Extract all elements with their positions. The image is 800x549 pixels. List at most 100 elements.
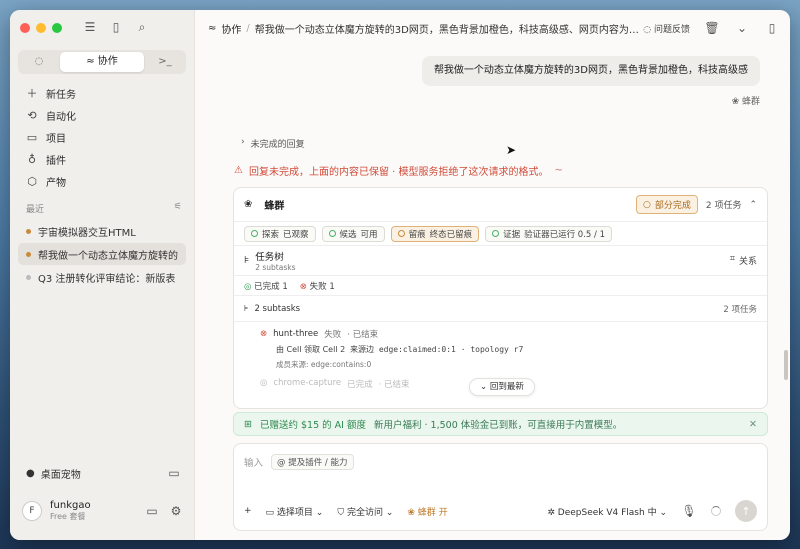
phase-pill: 留痕 终态已留痕: [390, 225, 480, 242]
minimize-window-button[interactable]: [36, 23, 46, 33]
swarm-card: ❀ 蜂群 ○ 部分完成 2 项任务 ⌃ 探索 已观察 候选 可用 留痕 终态已留痕 证据…: [233, 187, 768, 409]
model-icon: ✲: [547, 507, 558, 518]
subtasks-row[interactable]: ⊧ 2 subtasks 2 项任务: [234, 296, 767, 322]
breadcrumb: ≈ 协作 / 帮我做一个动态立体魔方旋转的3D网页，黑色背景加橙色，科技高级感、…: [208, 21, 648, 36]
plus-icon: ＋: [26, 87, 38, 100]
user-profile[interactable]: F funkgao Free 套餐 ▭ ⚙: [22, 500, 184, 522]
phase-pill: 证据 验证器已运行 0.5 / 1: [485, 225, 613, 242]
app-window: ☰ ▯ ⌕ ◌ ≈ 协作 >_ ＋新任务 ⟲ 自动化 ▭ 项目 ♁ 插件 ⬡ 产物 最近…: [10, 10, 790, 540]
mic-icon[interactable]: 🎙: [681, 503, 697, 519]
sidebar-item-new-task[interactable]: ＋新任务: [18, 82, 186, 104]
check-circle-icon: ◎: [244, 281, 255, 292]
model-select[interactable]: ✲ DeepSeek V4 Flash 中 ⌄: [547, 505, 667, 518]
tree-icon: ⊧: [244, 303, 249, 314]
terminal-icon: >_: [158, 56, 172, 67]
check-circle-icon: ◎: [260, 378, 268, 388]
swarm-icon: ❀: [731, 97, 742, 107]
status-circle-icon: ○: [642, 199, 651, 210]
avatar: F: [22, 501, 42, 521]
warning-circle-icon: [397, 230, 405, 237]
maximize-window-button[interactable]: [52, 23, 62, 33]
chevron-down-icon: ⌄: [480, 382, 490, 392]
folder-icon: ▭: [26, 130, 38, 144]
top-actions: ◌ 问题反馈 🗑 ⌄ ▯: [643, 20, 780, 36]
folder-icon: ▭: [265, 507, 277, 518]
close-icon[interactable]: ✕: [749, 419, 757, 430]
relation-button[interactable]: ⌗ 关系: [730, 254, 757, 267]
warning-message: ⚠ 回复未完成，上面的内容已保留 · 模型服务拒绝了这次请求的格式。 ~: [234, 165, 563, 178]
tree-icon: ⊧: [244, 255, 250, 266]
swarm-card-header[interactable]: ❀ 蜂群 ○ 部分完成 2 项任务 ⌃: [234, 188, 767, 222]
chevron-down-icon[interactable]: ⌄: [734, 20, 750, 36]
feedback-button[interactable]: ◌ 问题反馈: [643, 22, 690, 35]
swarm-icon: ❀: [244, 199, 253, 210]
composer: 输入 @ 提及插件 / 能力 + ▭ 选择项目 ⌄ ⛉ 完全访问 ⌄ ❀ 蜂群 …: [233, 443, 768, 531]
recent-item[interactable]: 帮我做一个动态立体魔方旋转的: [18, 243, 186, 265]
mouse-cursor-icon: ➤: [506, 143, 517, 157]
sidebar-toggle-icon[interactable]: ▯: [108, 19, 124, 35]
task-count: 2 项任务: [705, 201, 742, 211]
task-tree-row[interactable]: ⊧ 任务树 2 subtasks ⌗ 关系: [234, 246, 767, 276]
task-stats: ◎ 已完成 1 ⊗ 失败 1: [234, 276, 767, 296]
back-to-latest-button[interactable]: ⌄ 回到最新: [469, 378, 535, 396]
chevron-right-icon: ›: [241, 137, 245, 147]
add-button[interactable]: +: [244, 506, 252, 516]
sidebar-item-projects[interactable]: ▭ 项目: [18, 126, 186, 148]
desktop-pet-row[interactable]: ● 桌面宠物 ▭: [26, 465, 182, 481]
collab-icon: ≈: [86, 56, 98, 67]
sidebar: ☰ ▯ ⌕ ◌ ≈ 协作 >_ ＋新任务 ⟲ 自动化 ▭ 项目 ♁ 插件 ⬡ 产物 最近…: [10, 10, 195, 540]
automation-icon: ⟲: [27, 108, 37, 122]
tab-terminal[interactable]: >_: [144, 52, 186, 72]
close-window-button[interactable]: [20, 23, 30, 33]
user-plan: Free 套餐: [50, 512, 86, 521]
incomplete-reply-toggle[interactable]: › 未完成的回复: [241, 137, 305, 150]
swarm-tag: ❀ 蜂群: [731, 97, 760, 107]
monitor-icon[interactable]: ▭: [166, 465, 182, 481]
main-panel: ≈ 协作 / 帮我做一个动态立体魔方旋转的3D网页，黑色背景加橙色，科技高级感、…: [196, 10, 790, 540]
status-dot: [26, 274, 31, 280]
status-dot: [26, 251, 31, 257]
user-name: funkgao: [50, 500, 91, 511]
panel-toggle-icon[interactable]: ▯: [764, 20, 780, 36]
sidebar-nav: ＋新任务 ⟲ 自动化 ▭ 项目 ♁ 插件 ⬡ 产物: [18, 82, 186, 192]
sidebar-item-automation[interactable]: ⟲ 自动化: [18, 104, 186, 126]
user-message: 帮我做一个动态立体魔方旋转的3D网页，黑色背景加橙色，科技高级感: [421, 56, 760, 86]
status-dot: [26, 228, 31, 234]
graph-icon: ⌗: [729, 254, 735, 264]
loading-spinner: [711, 506, 721, 516]
phase-pill: 候选 可用: [321, 225, 385, 242]
mention-chip[interactable]: @ 提及插件 / 能力: [271, 454, 354, 470]
recent-header: 最近 ⚟: [26, 202, 182, 215]
project-select[interactable]: ▭ 选择项目 ⌄: [266, 505, 324, 518]
window-controls: [20, 23, 62, 33]
recent-item[interactable]: Q3 注册转化评审结论：新版表: [18, 266, 186, 288]
chevron-up-icon[interactable]: ⌃: [749, 200, 757, 210]
trash-icon[interactable]: 🗑: [704, 20, 720, 36]
tab-chat[interactable]: ◌: [18, 52, 60, 72]
pet-icon: ●: [26, 467, 35, 479]
status-badge: ○ 部分完成: [635, 195, 698, 214]
sidebar-item-plugins[interactable]: ♁ 插件: [18, 148, 186, 170]
recent-item[interactable]: 宇宙模拟器交互HTML: [18, 220, 186, 242]
scrollbar[interactable]: [784, 350, 788, 380]
sidebar-toolbar: ☰ ▯ ⌕: [82, 19, 150, 35]
send-button[interactable]: ↑: [735, 500, 757, 522]
message-input[interactable]: 输入 @ 提及插件 / 能力: [244, 454, 354, 470]
access-select[interactable]: ⛉ 完全访问 ⌄: [337, 505, 393, 518]
breadcrumb-section[interactable]: 协作: [221, 21, 241, 36]
recent-list: 宇宙模拟器交互HTML 帮我做一个动态立体魔方旋转的 Q3 注册转化评审结论：新…: [18, 220, 186, 289]
mode-switch: ◌ ≈ 协作 >_: [18, 50, 186, 74]
swarm-icon: ❀: [407, 507, 418, 518]
filter-icon[interactable]: ⚟: [174, 202, 182, 215]
gear-icon[interactable]: ⚙: [168, 503, 184, 519]
warning-icon: ⚠: [234, 165, 243, 176]
swarm-toggle[interactable]: ❀ 蜂群 开: [407, 505, 447, 518]
menu-icon[interactable]: ☰: [82, 19, 98, 35]
tab-collab[interactable]: ≈ 协作: [60, 52, 144, 72]
check-circle-icon: [251, 230, 258, 237]
search-icon[interactable]: ⌕: [134, 19, 150, 35]
laptop-icon[interactable]: ▭: [144, 503, 160, 519]
x-circle-icon: ⊗: [299, 281, 310, 292]
sidebar-item-artifacts[interactable]: ⬡ 产物: [18, 170, 186, 192]
check-circle-icon: [328, 230, 336, 237]
